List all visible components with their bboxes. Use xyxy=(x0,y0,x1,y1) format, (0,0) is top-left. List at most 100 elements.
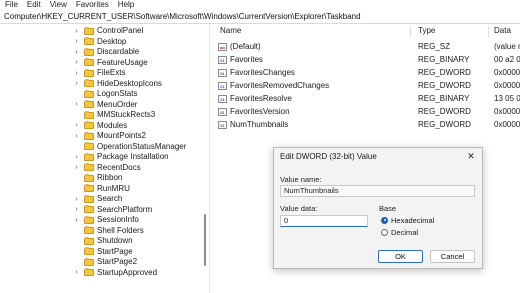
tree-item[interactable]: › FileExts xyxy=(72,68,125,78)
column-header-data[interactable]: Data xyxy=(494,24,511,38)
tree-item-label[interactable]: Desktop xyxy=(97,37,126,47)
tree-item[interactable]: › SearchPlatform xyxy=(72,205,152,215)
value-name[interactable]: (Default) xyxy=(230,42,261,52)
tree-item[interactable]: › Search xyxy=(72,194,122,204)
tree-item-label[interactable]: SearchPlatform xyxy=(97,205,152,215)
tree-item[interactable]: › RecentDocs xyxy=(72,163,141,173)
tree-item[interactable]: › HideDesktopIcons xyxy=(72,79,162,89)
chevron-right-icon[interactable]: › xyxy=(72,196,81,203)
tree-scrollbar[interactable] xyxy=(204,214,206,266)
menu-help[interactable]: Help xyxy=(113,0,138,11)
tree-item[interactable]: › FeatureUsage xyxy=(72,58,148,68)
tree-item-label[interactable]: ControlPanel xyxy=(97,26,143,36)
chevron-right-icon[interactable]: › xyxy=(72,59,81,66)
tree-item[interactable]: › Desktop xyxy=(72,37,126,47)
tree-item[interactable]: › MenuOrder xyxy=(72,100,137,110)
tree-item[interactable]: › Discardable xyxy=(72,47,139,57)
ok-button[interactable]: OK xyxy=(378,250,423,263)
value-row[interactable]: 01FavoritesVersion REG_DWORD 0x00000 xyxy=(210,106,520,118)
tree-item-label[interactable]: RunMRU xyxy=(97,184,130,194)
chevron-right-icon[interactable]: › xyxy=(72,70,81,77)
chevron-right-icon[interactable]: › xyxy=(72,28,81,35)
chevron-right-icon[interactable]: › xyxy=(72,80,81,87)
tree-item-label[interactable]: StartupApproved xyxy=(97,268,157,278)
tree-item[interactable]: Ribbon xyxy=(72,173,122,183)
chevron-right-icon[interactable]: › xyxy=(72,269,81,276)
tree-item-label[interactable]: Shutdown xyxy=(97,236,133,246)
menu-favorites[interactable]: Favorites xyxy=(71,0,113,11)
radio-decimal[interactable]: Decimal xyxy=(381,227,418,237)
tree-item[interactable]: › StartupApproved xyxy=(72,268,157,278)
value-name[interactable]: FavoritesChanges xyxy=(230,68,295,78)
chevron-right-icon[interactable]: › xyxy=(72,217,81,224)
tree-item[interactable]: › Modules xyxy=(72,121,127,131)
tree-item[interactable]: OperationStatusManager xyxy=(72,142,186,152)
value-row[interactable]: ab (Default) REG_SZ (value n xyxy=(210,41,520,53)
radio-checked-icon[interactable] xyxy=(381,216,388,224)
tree-item[interactable]: › Package Installation xyxy=(72,152,169,162)
tree-item[interactable]: › MountPoints2 xyxy=(72,131,146,141)
tree-item-label[interactable]: Discardable xyxy=(97,47,139,57)
tree-item-label[interactable]: MenuOrder xyxy=(97,100,137,110)
key-tree[interactable]: › ControlPanel › Desktop › Discardable › Featur… xyxy=(0,24,208,293)
chevron-right-icon[interactable]: › xyxy=(72,133,81,140)
chevron-right-icon[interactable]: › xyxy=(72,154,81,161)
column-header-name[interactable]: Name xyxy=(220,24,241,38)
radio-hexadecimal[interactable]: Hexadecimal xyxy=(381,215,434,225)
chevron-right-icon[interactable]: › xyxy=(72,38,81,45)
column-separator[interactable] xyxy=(488,26,489,37)
value-row[interactable]: 01NumThumbnails REG_DWORD 0x00000 xyxy=(210,119,520,131)
tree-item-label[interactable]: Modules xyxy=(97,121,127,131)
value-name[interactable]: NumThumbnails xyxy=(230,120,288,130)
chevron-right-icon[interactable]: › xyxy=(72,101,81,108)
tree-item[interactable]: Shell Folders xyxy=(72,226,144,236)
radio-decimal-label[interactable]: Decimal xyxy=(391,228,418,237)
close-icon[interactable]: ✕ xyxy=(466,151,476,161)
menu-view[interactable]: View xyxy=(45,0,71,11)
radio-hexadecimal-label[interactable]: Hexadecimal xyxy=(391,216,434,225)
address-path[interactable]: Computer\HKEY_CURRENT_USER\Software\Micr… xyxy=(4,12,361,22)
tree-item-label[interactable]: MMStuckRects3 xyxy=(97,110,155,120)
tree-item-label[interactable]: MountPoints2 xyxy=(97,131,146,141)
column-header-type[interactable]: Type xyxy=(418,24,435,38)
chevron-right-icon[interactable]: › xyxy=(72,49,81,56)
tree-item[interactable]: StartPage2 xyxy=(72,257,137,267)
menu-file[interactable]: File xyxy=(0,0,22,11)
chevron-right-icon[interactable]: › xyxy=(72,164,81,171)
tree-item-label[interactable]: RecentDocs xyxy=(97,163,141,173)
tree-item-label[interactable]: FileExts xyxy=(97,68,125,78)
tree-item[interactable]: Shutdown xyxy=(72,236,133,246)
address-bar[interactable]: Computer\HKEY_CURRENT_USER\Software\Micr… xyxy=(0,11,520,24)
tree-item-label[interactable]: FeatureUsage xyxy=(97,58,148,68)
tree-item[interactable]: RunMRU xyxy=(72,184,130,194)
value-name-field[interactable]: NumThumbnails xyxy=(280,185,475,197)
tree-item-label[interactable]: Ribbon xyxy=(97,173,122,183)
value-name[interactable]: FavoritesResolve xyxy=(230,94,292,104)
tree-item-label[interactable]: SessionInfo xyxy=(97,215,139,225)
tree-item[interactable]: LogonStats xyxy=(72,89,137,99)
tree-item-label[interactable]: StartPage xyxy=(97,247,133,257)
value-name[interactable]: FavoritesRemovedChanges xyxy=(230,81,329,91)
tree-item-label[interactable]: Shell Folders xyxy=(97,226,144,236)
tree-item-label[interactable]: HideDesktopIcons xyxy=(97,79,162,89)
chevron-right-icon[interactable]: › xyxy=(72,122,81,129)
menu-edit[interactable]: Edit xyxy=(22,0,45,11)
tree-item[interactable]: StartPage xyxy=(72,247,133,257)
chevron-right-icon[interactable]: › xyxy=(72,206,81,213)
tree-item-label[interactable]: StartPage2 xyxy=(97,257,137,267)
tree-item-label[interactable]: Search xyxy=(97,194,122,204)
value-row[interactable]: 01FavoritesChanges REG_DWORD 0x00000 xyxy=(210,67,520,79)
tree-item[interactable]: MMStuckRects3 xyxy=(72,110,155,120)
tree-item[interactable]: › ControlPanel xyxy=(72,26,143,36)
radio-unchecked-icon[interactable] xyxy=(381,228,388,236)
value-name[interactable]: FavoritesVersion xyxy=(230,107,290,117)
tree-item-label[interactable]: Package Installation xyxy=(97,152,169,162)
value-data-field[interactable]: 0 xyxy=(280,215,368,227)
value-row[interactable]: 01Favorites REG_BINARY 00 a2 03 xyxy=(210,54,520,66)
value-row[interactable]: 01 FavoritesRemovedChanges REG_DWORD 0x0000… xyxy=(210,80,520,92)
value-name[interactable]: Favorites xyxy=(230,55,263,65)
value-row[interactable]: 01FavoritesResolve REG_BINARY 13 05 00 xyxy=(210,93,520,105)
tree-item-label[interactable]: OperationStatusManager xyxy=(97,142,186,152)
tree-item-label[interactable]: LogonStats xyxy=(97,89,137,99)
cancel-button[interactable]: Cancel xyxy=(430,250,475,263)
